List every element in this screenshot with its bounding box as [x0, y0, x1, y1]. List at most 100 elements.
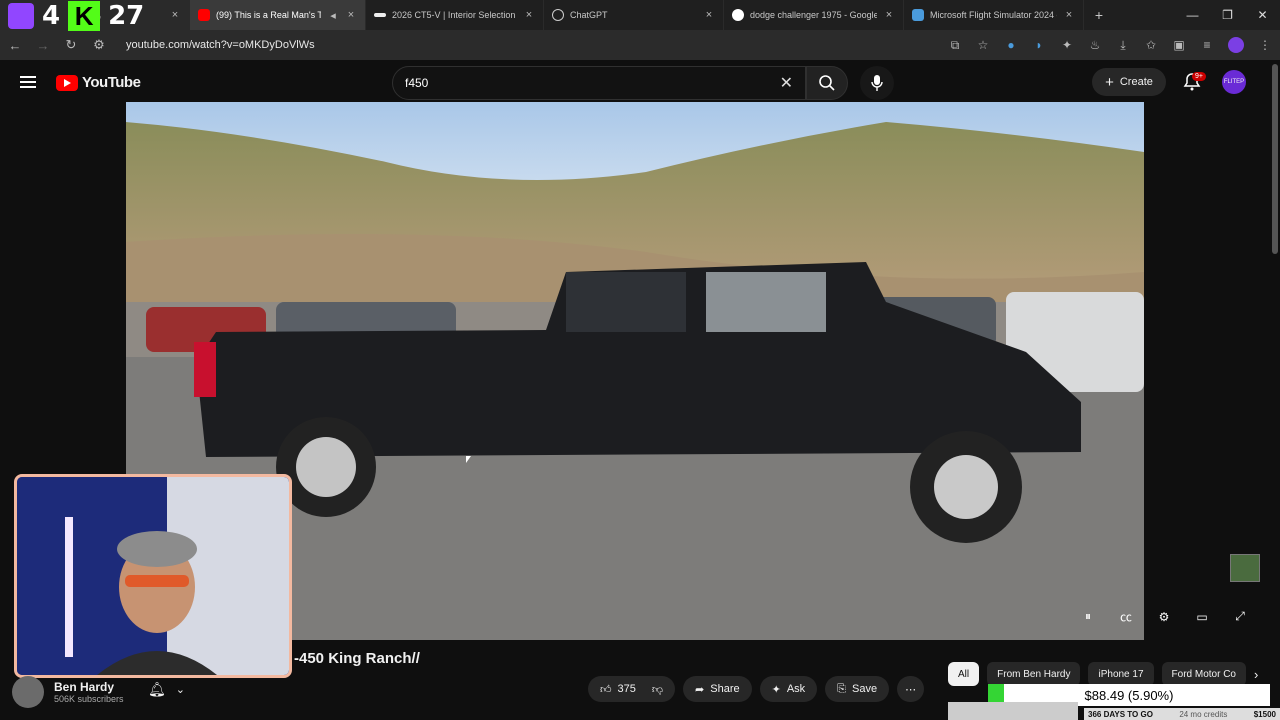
settings-gear-icon[interactable]: ⚙	[1154, 610, 1174, 624]
thumbs-down-icon[interactable]: 👎︎	[652, 683, 663, 696]
tab-1[interactable]: (99) This is a Real Man's Truck ◂ ×	[190, 0, 366, 30]
video-actions: 👍︎ 375 👎︎ ➦ Share ✦ Ask ⎘ Save ⋯	[588, 676, 925, 702]
sidebar-icon[interactable]: ≡	[1200, 38, 1214, 52]
chatgpt-favicon-icon	[552, 9, 564, 21]
captions-icon[interactable]: ㏄	[1116, 608, 1136, 625]
close-icon[interactable]: ×	[523, 9, 535, 21]
autoplay-toggle-icon[interactable]: ⏸	[1078, 609, 1098, 624]
favorites-icon[interactable]: ✩	[1144, 38, 1158, 52]
hamburger-menu-icon[interactable]	[20, 73, 36, 89]
close-icon[interactable]: ×	[169, 9, 181, 21]
account-avatar[interactable]: FLITEP	[1222, 70, 1246, 94]
youtube-play-icon	[56, 74, 78, 91]
miniplayer-icon[interactable]: ▭	[1192, 610, 1212, 624]
collections-icon[interactable]: ▣	[1172, 38, 1186, 52]
video-title: -450 King Ranch//	[294, 650, 420, 667]
speaker-icon[interactable]: ◂	[327, 9, 339, 22]
bookmark-icon: ⎘	[837, 682, 846, 695]
maximize-icon[interactable]: ❐	[1210, 0, 1245, 30]
chip-from-channel[interactable]: From Ben Hardy	[987, 662, 1081, 686]
youtube-logo[interactable]: YouTube	[56, 74, 141, 91]
kick-viewer-count: 27	[108, 1, 145, 31]
extension-icon[interactable]: ●	[1004, 38, 1018, 52]
sparkle-icon: ✦	[771, 683, 781, 696]
flight-sim-favicon-icon	[912, 9, 924, 21]
fullscreen-icon[interactable]: ⤢	[1230, 609, 1250, 624]
share-button[interactable]: ➦ Share	[683, 676, 752, 702]
tab-5[interactable]: Microsoft Flight Simulator 2024 or ×	[904, 0, 1084, 30]
tab-2[interactable]: 2026 CT5-V | Interior Selection | C ×	[366, 0, 544, 30]
close-icon[interactable]: ×	[345, 9, 357, 21]
twitch-viewer-count: 4	[42, 1, 61, 31]
extension-icon[interactable]: ◗	[1032, 38, 1046, 52]
youtube-favicon-icon	[198, 9, 210, 21]
search-icon	[819, 75, 835, 91]
related-chips: All From Ben Hardy iPhone 17 Ford Motor …	[948, 662, 1258, 686]
plus-icon: +	[1105, 73, 1114, 91]
profile-avatar[interactable]	[1228, 37, 1244, 53]
subscriber-count: 506K subscribers	[54, 694, 124, 704]
bookmark-star-icon[interactable]: ☆	[976, 38, 990, 52]
more-actions-button[interactable]: ⋯	[897, 676, 925, 702]
puzzle-icon[interactable]: ✦	[1060, 38, 1074, 52]
chevron-down-icon: ⌄	[175, 683, 185, 696]
chip-all[interactable]: All	[948, 662, 980, 686]
chevron-right-icon[interactable]: ›	[1254, 667, 1258, 682]
close-icon[interactable]: ×	[883, 9, 895, 21]
url-field[interactable]: youtube.com/watch?v=oMKDyDoVlWs	[126, 39, 934, 51]
create-button[interactable]: + Create	[1092, 68, 1166, 96]
voice-search-button[interactable]	[860, 66, 894, 100]
cadillac-favicon-icon	[374, 13, 386, 17]
google-favicon-icon	[732, 9, 744, 21]
stream-overlay: 4 K 27	[0, 0, 165, 32]
webcam-overlay	[14, 474, 292, 678]
streamer-video	[17, 477, 289, 675]
extension-icon[interactable]: ♨	[1088, 38, 1102, 52]
microphone-icon	[871, 75, 883, 91]
chip-iphone[interactable]: iPhone 17	[1088, 662, 1154, 686]
preview-thumbnail[interactable]	[1230, 554, 1260, 582]
channel-avatar[interactable]	[12, 676, 44, 708]
save-button[interactable]: ⎘ Save	[825, 676, 890, 702]
window-controls: — ❐ ✕	[1175, 0, 1280, 30]
search-box: ✕	[392, 66, 806, 100]
subscription-button[interactable]: 🔔︎ ⌄	[148, 677, 204, 701]
thumbs-up-icon: 👍︎	[600, 683, 612, 696]
ask-button[interactable]: ✦ Ask	[759, 676, 818, 702]
clear-search-icon[interactable]: ✕	[780, 73, 793, 93]
download-icon[interactable]: ⤓	[1116, 38, 1130, 53]
like-button[interactable]: 👍︎ 375 👎︎	[588, 676, 676, 702]
site-info-icon[interactable]: ⚙	[92, 37, 106, 53]
recommended-thumbnail[interactable]	[948, 702, 1078, 720]
search-input[interactable]	[405, 76, 780, 90]
channel-info: Ben Hardy 506K subscribers	[12, 676, 124, 708]
install-icon[interactable]: ⧉	[948, 38, 962, 53]
close-window-icon[interactable]: ✕	[1245, 0, 1280, 30]
channel-name[interactable]: Ben Hardy	[54, 680, 124, 694]
reload-icon[interactable]: ↻	[64, 37, 78, 53]
address-bar: ← → ↻ ⚙ youtube.com/watch?v=oMKDyDoVlWs …	[0, 30, 1280, 60]
countdown-overlay: 366 DAYS TO GO 24 mo credits $1500	[1084, 708, 1280, 720]
tab-3[interactable]: ChatGPT ×	[544, 0, 724, 30]
twitch-icon	[8, 3, 34, 29]
menu-dots-icon[interactable]: ⋮	[1258, 38, 1272, 52]
minimize-icon[interactable]: —	[1175, 0, 1210, 30]
bell-icon: 🔔︎	[148, 680, 166, 697]
close-icon[interactable]: ×	[1063, 9, 1075, 21]
share-icon: ➦	[695, 683, 705, 696]
page-scrollbar[interactable]	[1272, 64, 1278, 254]
mouse-cursor	[466, 456, 471, 463]
new-tab-button[interactable]: +	[1084, 0, 1114, 30]
notification-badge: 9+	[1192, 72, 1206, 81]
close-icon[interactable]: ×	[703, 9, 715, 21]
tab-4[interactable]: dodge challenger 1975 - Google S ×	[724, 0, 904, 30]
search-button[interactable]	[806, 66, 848, 100]
back-icon[interactable]: ←	[8, 38, 22, 53]
player-controls: ⏸ ㏄ ⚙ ▭ ⤢	[1078, 608, 1250, 625]
chip-ford[interactable]: Ford Motor Co	[1161, 662, 1246, 686]
extensions-bar: ⧉ ☆ ● ◗ ✦ ♨ ⤓ ✩ ▣ ≡ ⋮	[948, 37, 1272, 53]
kick-icon: K	[68, 1, 101, 31]
more-dots-icon: ⋯	[905, 683, 917, 696]
browser-tab-bar: ...ول شو× (99) This is a Real Man's Truc…	[0, 0, 1280, 30]
forward-icon[interactable]: →	[36, 38, 50, 53]
